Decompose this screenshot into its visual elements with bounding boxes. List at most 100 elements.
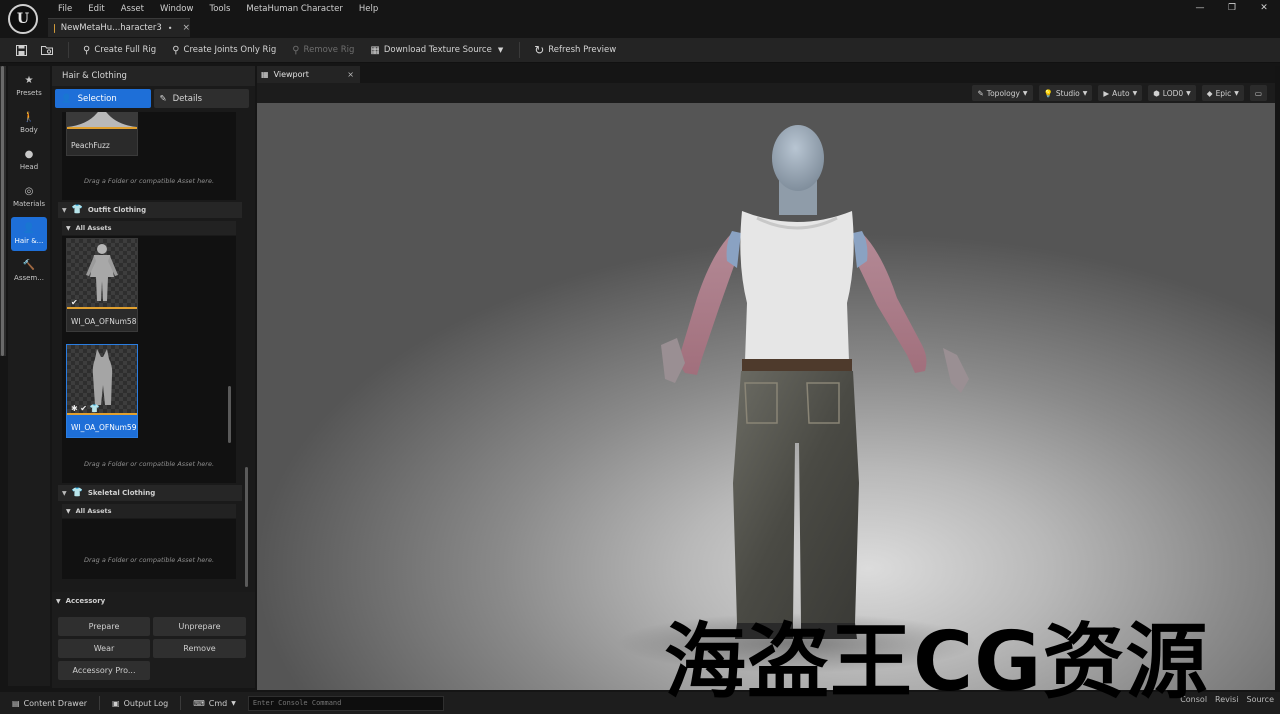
browse-folder-icon[interactable]	[34, 39, 60, 61]
outfit-clothing-header[interactable]: ▼ 👕 Outfit Clothing	[58, 202, 242, 218]
document-tab[interactable]: NewMetaHu...haracter3 • ×	[48, 18, 190, 37]
modified-marker: •	[167, 23, 173, 33]
wear-button[interactable]: Wear	[58, 639, 150, 658]
scrollbar-thumb[interactable]	[1, 66, 4, 356]
mode-assembly[interactable]: 🔨 Assem...	[11, 254, 47, 288]
menu-bar: File Edit Asset Window Tools MetaHuman C…	[50, 2, 386, 16]
chevron-down-icon: ▼	[62, 489, 67, 497]
unprepare-button[interactable]: Unprepare	[153, 617, 246, 636]
close-icon[interactable]: ×	[347, 70, 354, 79]
prepare-button[interactable]: Prepare	[58, 617, 150, 636]
statusbar-separator	[99, 696, 101, 710]
menu-window[interactable]: Window	[152, 2, 202, 16]
asset-tile-peachfuzz[interactable]: PeachFuzz	[66, 112, 138, 156]
close-window-button[interactable]: ✕	[1248, 0, 1280, 16]
menu-tools[interactable]: Tools	[201, 2, 238, 16]
unreal-logo[interactable]: U	[8, 4, 38, 34]
create-full-rig-label: Create Full Rig	[94, 45, 157, 55]
create-joints-only-rig-label: Create Joints Only Rig	[183, 45, 277, 55]
output-log-button[interactable]: ▣ Output Log	[106, 694, 174, 712]
all-assets-label: All Assets	[75, 224, 112, 232]
tab-selection-label: Selection	[77, 93, 117, 104]
viewport-tab-label: Viewport	[273, 70, 309, 79]
all-assets-label: All Assets	[75, 507, 112, 515]
create-full-rig-button[interactable]: ⚲ Create Full Rig	[75, 39, 164, 61]
accessory-label: Accessory	[65, 597, 106, 605]
refresh-preview-button[interactable]: ↻ Refresh Preview	[526, 39, 624, 61]
toolbar: ⚲ Create Full Rig ⚲ Create Joints Only R…	[0, 38, 1280, 63]
viewport-tab-bar: ▦ Viewport ×	[257, 66, 1280, 83]
mode-presets-label: Presets	[16, 88, 42, 97]
panel-tabs: 👤 Selection ✎ Details	[55, 89, 249, 109]
output-log-label: Output Log	[123, 698, 169, 708]
remove-rig-button[interactable]: ⚲ Remove Rig	[284, 39, 362, 61]
drawer-icon: ▤	[12, 698, 20, 708]
statusbar-separator	[180, 696, 182, 710]
download-texture-source-button[interactable]: ▦ Download Texture Source ▼	[362, 39, 511, 61]
tab-selection[interactable]: 👤 Selection	[55, 89, 151, 108]
outfit-asset-area: ✔ WI_OA_OFNum58 ✱ ✔ 👕 WI_OA_OFNum59 Drag…	[62, 236, 236, 483]
hair-clothing-panel: Hair & Clothing 👤 Selection ✎ Details Pe…	[52, 66, 255, 688]
skeletal-clothing-header[interactable]: ▼ 👕 Skeletal Clothing	[58, 485, 242, 501]
remove-button[interactable]: Remove	[153, 639, 246, 658]
restore-button[interactable]: ❐	[1216, 0, 1248, 16]
menu-file[interactable]: File	[50, 2, 80, 16]
mode-head[interactable]: ● Head	[11, 143, 47, 177]
drop-hint: Drag a Folder or compatible Asset here.	[83, 460, 215, 468]
log-icon: ▣	[112, 698, 120, 708]
accessory-properties-button[interactable]: Accessory Pro...	[58, 661, 150, 680]
minimize-button[interactable]: —	[1184, 0, 1216, 16]
mode-body[interactable]: 🚶 Body	[11, 106, 47, 140]
materials-icon: ◎	[24, 185, 34, 197]
person-icon: 👤	[61, 93, 72, 104]
mode-hair-clothing[interactable]: 👤 Hair &...	[11, 217, 47, 251]
outfit-status-icons: ✱ ✔ 👕	[71, 404, 100, 413]
chevron-down-icon: ▼	[497, 46, 504, 54]
tab-details[interactable]: ✎ Details	[153, 89, 249, 108]
shirt-icon: 👕	[71, 205, 83, 215]
save-icon[interactable]	[8, 39, 34, 61]
panel-scroll-area[interactable]: PeachFuzz Drag a Folder or compatible As…	[52, 112, 255, 592]
remove-rig-label: Remove Rig	[303, 45, 355, 55]
pencil-icon: ✎	[159, 93, 167, 104]
cmd-dropdown[interactable]: ⌨ Cmd ▼	[187, 694, 242, 712]
menu-asset[interactable]: Asset	[113, 2, 152, 16]
refresh-preview-label: Refresh Preview	[548, 45, 617, 55]
menu-edit[interactable]: Edit	[80, 2, 112, 16]
download-texture-source-label: Download Texture Source	[383, 45, 492, 55]
menu-help[interactable]: Help	[351, 2, 386, 16]
panel-scrollbar[interactable]	[245, 467, 248, 587]
content-drawer-button[interactable]: ▤ Content Drawer	[6, 694, 93, 712]
cmd-label: Cmd	[208, 698, 228, 708]
remove-rig-icon: ⚲	[292, 44, 300, 56]
mode-materials[interactable]: ◎ Materials	[11, 180, 47, 214]
toolbar-separator	[68, 42, 69, 58]
metahuman-asset-icon	[54, 23, 55, 33]
body-icon: 🚶	[22, 111, 36, 123]
chevron-down-icon: ▼	[56, 597, 61, 605]
all-assets-header[interactable]: ▼ All Assets	[62, 221, 236, 235]
drop-hint: Drag a Folder or compatible Asset here.	[83, 177, 215, 185]
all-assets-header[interactable]: ▼ All Assets	[62, 504, 236, 518]
panel-title: Hair & Clothing	[52, 66, 255, 86]
skeletal-asset-area: Drag a Folder or compatible Asset here.	[62, 519, 236, 579]
outfit-scrollbar[interactable]	[228, 386, 231, 443]
viewport-tab[interactable]: ▦ Viewport ×	[257, 66, 360, 83]
mode-presets[interactable]: ★ Presets	[11, 69, 47, 103]
watermark-text: 海盗王CG资源	[664, 615, 1209, 710]
create-joints-only-rig-button[interactable]: ⚲ Create Joints Only Rig	[164, 39, 284, 61]
title-bar: U File Edit Asset Window Tools MetaHuman…	[0, 0, 1280, 38]
asset-tile-wi-oa-ofnum59[interactable]: ✱ ✔ 👕 WI_OA_OFNum59	[66, 344, 138, 438]
chevron-down-icon: ▼	[66, 507, 71, 515]
content-drawer-label: Content Drawer	[23, 698, 88, 708]
accessory-header[interactable]: ▼ Accessory	[52, 594, 255, 608]
terminal-icon: ⌨	[193, 698, 205, 708]
metahuman-character-preview[interactable]	[257, 83, 1275, 690]
menu-metahuman-character[interactable]: MetaHuman Character	[238, 2, 350, 16]
close-icon[interactable]: ×	[182, 23, 190, 33]
console-command-input[interactable]	[247, 695, 444, 711]
asset-tile-wi-oa-ofnum58[interactable]: ✔ WI_OA_OFNum58	[66, 238, 138, 332]
check-icon: ✔	[71, 298, 78, 307]
left-scrollbar[interactable]	[0, 66, 6, 356]
viewport[interactable]: ✎ Topology ▼ 💡 Studio ▼ ▶ Auto ▼ ⬢ LOD0 …	[257, 83, 1275, 690]
